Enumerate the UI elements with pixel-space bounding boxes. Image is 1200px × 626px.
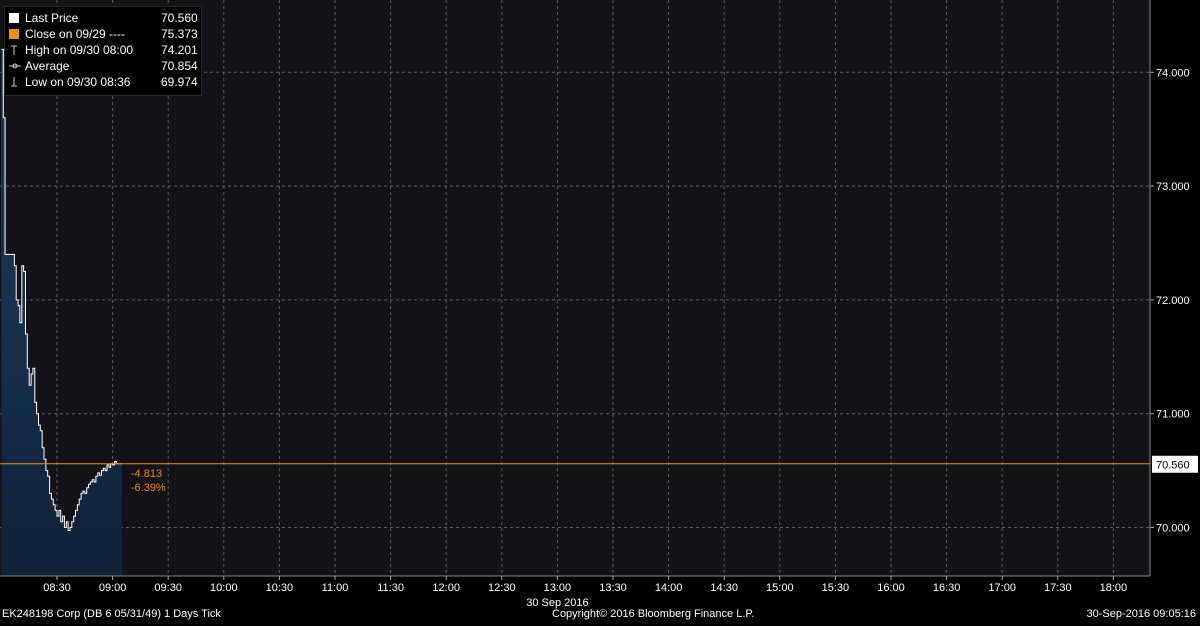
legend-item-close[interactable]: Close on 09/29 ---- 75.373 [9, 27, 199, 42]
high-marker-icon [9, 45, 19, 55]
security-description: EK248198 Corp (DB 6 05/31/49) 1 Days Tic… [2, 608, 221, 620]
y-tick-label: 74.000 [1156, 67, 1190, 79]
x-tick-label: 11:30 [377, 582, 404, 594]
x-tick-label: 13:00 [544, 582, 572, 594]
average-marker-icon [9, 61, 21, 71]
legend-label: High on 09/30 08:00 [25, 43, 134, 57]
x-tick-label: 14:00 [655, 582, 683, 594]
legend-label: Average [25, 59, 70, 73]
legend-item-last-price[interactable]: Last Price 70.560 [9, 11, 199, 26]
legend-value: 70.854 [161, 59, 198, 73]
x-tick-label: 10:00 [210, 582, 238, 594]
legend-value: 75.373 [161, 27, 198, 41]
legend-value: 74.201 [161, 43, 198, 57]
y-tick-label: 73.000 [1156, 181, 1190, 193]
x-tick-label: 17:30 [1044, 582, 1072, 594]
x-tick-label: 13:30 [599, 582, 627, 594]
x-tick-label: 16:00 [877, 582, 905, 594]
x-tick-label: 08:30 [43, 582, 71, 594]
legend-item-low[interactable]: Low on 09/30 08:36 69.974 [9, 75, 199, 90]
legend-value: 70.560 [161, 11, 198, 25]
change-value: -4.813 [131, 468, 162, 480]
legend: Last Price 70.560 Close on 09/29 ---- 75… [4, 6, 202, 96]
legend-label: Close on 09/29 ---- [25, 27, 126, 41]
x-tick-label: 12:00 [432, 582, 460, 594]
x-tick-label: 15:30 [822, 582, 850, 594]
x-tick-label: 17:00 [988, 582, 1016, 594]
orange-square-icon [9, 29, 19, 39]
change-percent: -6.39% [131, 482, 166, 494]
x-tick-label: 12:30 [488, 582, 516, 594]
chart-stage: -4.813 -6.39% 70.000 71.000 72.000 73.000 74.0… [0, 0, 1200, 626]
legend-label: Last Price [25, 11, 79, 25]
legend-item-high[interactable]: High on 09/30 08:00 74.201 [9, 43, 199, 58]
legend-item-average[interactable]: Average 70.854 [9, 59, 199, 74]
y-tick-label: 70.000 [1156, 523, 1190, 535]
x-tick-label: 15:00 [766, 582, 794, 594]
white-square-icon [9, 13, 19, 23]
x-tick-label: 09:00 [99, 582, 127, 594]
timestamp: 30-Sep-2016 09:05:16 [1086, 608, 1196, 620]
x-tick-label: 09:30 [154, 582, 182, 594]
copyright-text: Copyright© 2016 Bloomberg Finance L.P. [552, 608, 755, 620]
low-marker-icon [9, 77, 19, 87]
last-price-badge-label: 70.560 [1156, 459, 1190, 471]
y-axis-panel [1150, 0, 1200, 576]
x-tick-label: 18:00 [1100, 582, 1128, 594]
legend-value: 69.974 [161, 75, 198, 89]
y-tick-label: 71.000 [1156, 409, 1190, 421]
legend-label: Low on 09/30 08:36 [25, 75, 131, 89]
x-tick-label: 16:30 [933, 582, 961, 594]
x-tick-label: 11:00 [322, 582, 349, 594]
x-tick-label: 10:30 [266, 582, 294, 594]
x-tick-label: 14:30 [710, 582, 738, 594]
y-tick-label: 72.000 [1156, 295, 1190, 307]
